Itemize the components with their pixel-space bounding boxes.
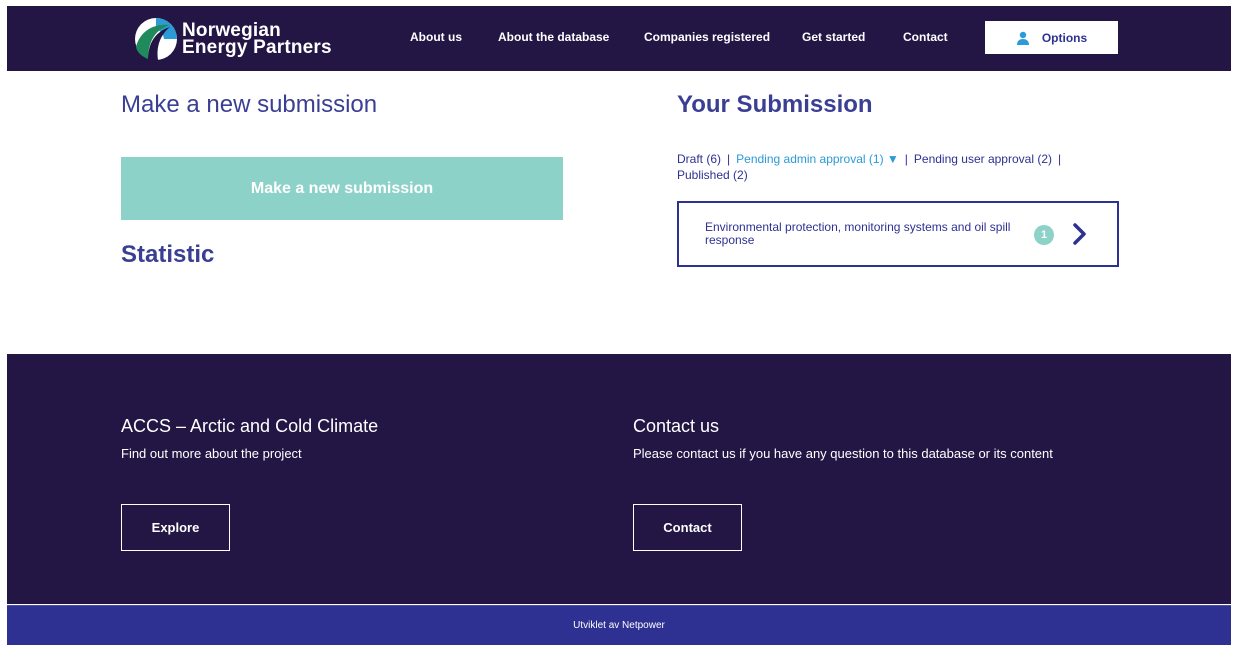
new-submission-heading: Make a new submission (121, 91, 378, 118)
nav-contact[interactable]: Contact (903, 30, 948, 44)
filter-pending-user[interactable]: Pending user approval (2) (914, 152, 1052, 166)
your-submission-heading: Your Submission (677, 91, 873, 118)
submission-status-filters: Draft (6) | Pending admin approval (1) ▼ | P… (677, 151, 1117, 183)
accs-title: ACCS – Arctic and Cold Climate (121, 416, 379, 436)
filter-published[interactable]: Published (2) (677, 168, 748, 182)
contact-button[interactable]: Contact (633, 504, 742, 551)
nav-about-database[interactable]: About the database (498, 30, 609, 44)
contact-us-description: Please contact us if you have any questi… (633, 446, 1053, 461)
nav-get-started[interactable]: Get started (802, 30, 865, 44)
brand-line-2: Energy Partners (182, 37, 332, 58)
user-icon (1016, 31, 1029, 45)
explore-button[interactable]: Explore (121, 504, 230, 551)
top-navbar: Norwegian Energy Partners About us About… (7, 6, 1231, 71)
credit-text[interactable]: Utviklet av Netpower (573, 620, 665, 631)
nav-about-us[interactable]: About us (410, 30, 462, 44)
submission-category-card[interactable]: Environmental protection, monitoring sys… (677, 201, 1119, 267)
footer: ACCS – Arctic and Cold Climate Find out … (7, 354, 1231, 604)
make-new-submission-button[interactable]: Make a new submission (121, 157, 563, 220)
brand-name: Norwegian Energy Partners (182, 21, 332, 58)
nep-swoosh-logo-icon (135, 18, 177, 61)
options-button[interactable]: Options (985, 21, 1118, 54)
count-badge: 1 (1034, 225, 1054, 245)
page: Norwegian Energy Partners About us About… (7, 0, 1231, 645)
filter-draft[interactable]: Draft (6) (677, 152, 721, 166)
credit-bar: Utviklet av Netpower (7, 605, 1231, 645)
options-label: Options (1041, 30, 1088, 45)
contact-us-title: Contact us (633, 416, 720, 436)
filter-pending-admin[interactable]: Pending admin approval (1) ▼ (736, 152, 899, 166)
filter-separator: | (727, 152, 731, 166)
chevron-right-icon[interactable] (1072, 223, 1088, 245)
nav-companies-registered[interactable]: Companies registered (644, 30, 770, 44)
accs-description: Find out more about the project (121, 446, 302, 461)
brand-logo[interactable]: Norwegian Energy Partners (134, 15, 334, 63)
category-name: Environmental protection, monitoring sys… (705, 220, 1011, 247)
filter-separator: | (904, 152, 908, 166)
filter-separator: | (1058, 152, 1062, 166)
statistic-heading: Statistic (121, 241, 215, 268)
